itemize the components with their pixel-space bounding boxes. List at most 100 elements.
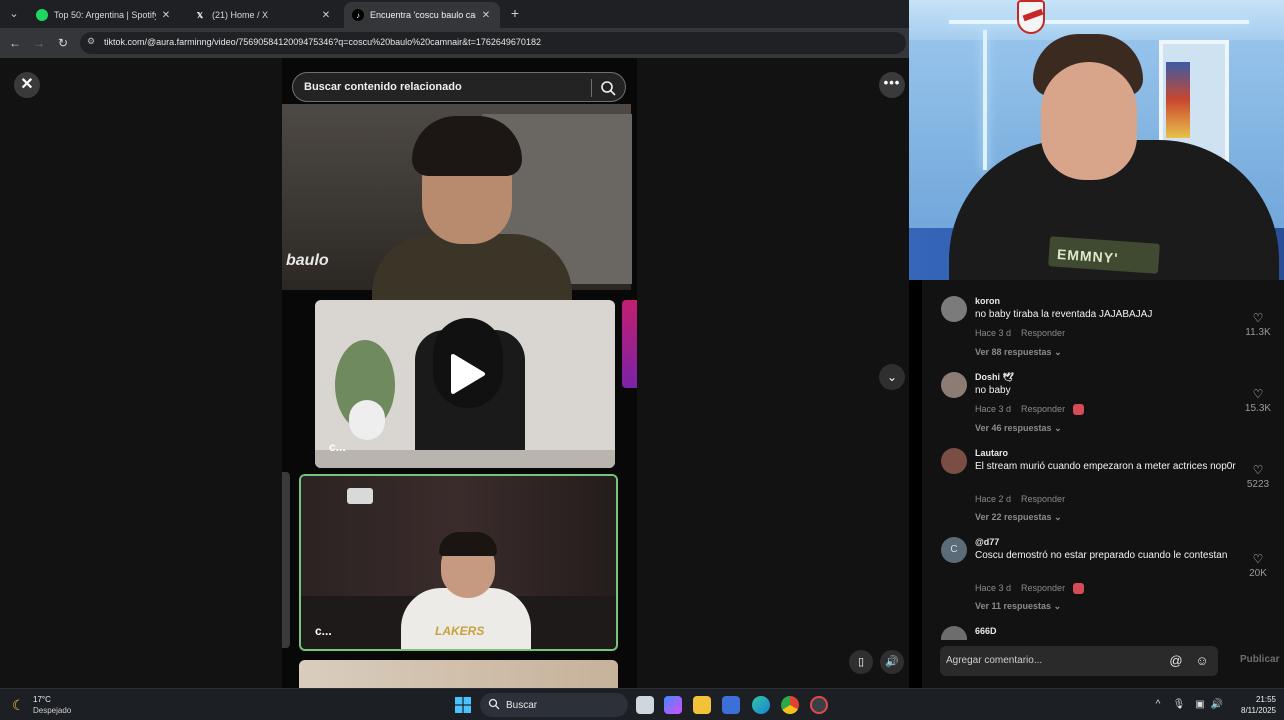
spotify-icon [36,9,48,21]
like-button[interactable]: ♡ 11.3K [1240,312,1276,338]
avatar[interactable]: C [941,537,967,563]
comment-placeholder: Agregar comentario... [946,655,1043,666]
close-tab-icon[interactable]: ✕ [160,10,172,21]
tab-search-chevron-icon[interactable]: ⌄ [4,4,24,24]
related-search-box[interactable]: Buscar contenido relacionado [292,72,626,102]
view-replies-button[interactable]: Ver 46 respuestas ⌄ [975,423,1062,434]
avatar[interactable] [941,296,967,322]
moon-icon[interactable]: ☾ [12,697,28,713]
more-options-icon[interactable]: ••• [879,72,905,98]
like-count: 15.3K [1244,403,1272,414]
screen: ⌄ Top 50: Argentina | Spotify Playlist ✕… [0,0,1284,720]
comment-time: Hace 3 d [975,583,1012,593]
tiktok-icon: ♪ [352,9,364,21]
like-button[interactable]: ♡ 20K [1240,553,1276,579]
tab-label: Top 50: Argentina | Spotify Playlist [54,10,156,20]
address-url[interactable]: tiktok.com/@aura.farminng/video/75690584… [104,37,541,47]
tab-x-home[interactable]: 𝕏 (21) Home / X ✕ [186,2,340,28]
comment-username[interactable]: 666D [975,626,997,636]
edge-icon[interactable] [752,696,770,714]
heart-icon: ♡ [1252,463,1264,477]
thumbnail-title: c... [329,440,346,454]
windows-start-icon[interactable] [455,697,471,713]
weather-temperature[interactable]: 17°C [33,695,51,704]
back-icon[interactable]: ← [6,34,24,52]
video-frame: baulo [282,104,632,314]
comment-username[interactable]: Lautaro [975,448,1008,458]
search-icon[interactable] [599,79,617,97]
close-tab-icon[interactable]: ✕ [320,10,332,21]
reply-button[interactable]: Responder [1021,328,1065,338]
taskbar-search-label: Buscar [506,700,538,711]
volume-icon[interactable]: 🔊 [880,650,904,674]
reply-button[interactable]: Responder [1021,583,1065,593]
avatar[interactable] [941,448,967,474]
reply-button[interactable]: Responder [1021,404,1065,414]
reload-icon[interactable]: ↻ [54,34,72,52]
comments-list: koron no baby tiraba la reventada JAJABA… [922,280,1284,688]
next-video-chevron-icon[interactable]: ⌄ [879,364,905,390]
creator-liked-icon [1073,583,1085,595]
microphone-icon[interactable]: 🎙 [1172,698,1186,712]
chevron-up-icon[interactable]: ^ [1151,698,1165,712]
file-explorer-icon[interactable] [693,696,711,714]
speaker-icon[interactable]: 🔊 [1210,698,1224,712]
comment-time: Hace 3 d [975,404,1012,414]
view-replies-button[interactable]: Ver 11 respuestas ⌄ [975,601,1061,612]
taskbar-search[interactable]: Buscar [480,693,628,717]
weather-description[interactable]: Despejado [33,706,71,715]
play-icon[interactable] [447,352,487,396]
comment-username[interactable]: koron [975,296,1000,306]
comment-text: no baby [975,385,1011,396]
related-video-thumbnail-selected[interactable]: LAKERS c... [299,474,618,651]
view-replies-button[interactable]: Ver 88 respuestas ⌄ [975,347,1062,358]
close-tab-icon[interactable]: ✕ [480,10,492,21]
like-button[interactable]: ♡ 5223 [1240,464,1276,490]
creator-liked-icon [1073,404,1085,416]
clock-date[interactable]: 8/11/2025 [1226,706,1276,715]
poster [1166,62,1190,138]
reply-button[interactable]: Responder [1021,494,1065,504]
close-icon[interactable]: ✕ [14,72,40,98]
like-count: 11.3K [1245,327,1271,338]
tab-spotify[interactable]: Top 50: Argentina | Spotify Playlist ✕ [28,2,180,28]
clock-time[interactable]: 21:55 [1236,695,1276,704]
tab-tiktok[interactable]: ♪ Encuentra 'coscu baulo camnair' ✕ [344,2,500,28]
network-icon[interactable]: ▣ [1193,698,1207,712]
streamer-name-overlay: baulo [286,252,329,269]
side-thumbnail[interactable] [282,472,290,648]
side-thumbnail[interactable] [622,300,637,388]
store-icon[interactable] [722,696,740,714]
post-button[interactable]: Publicar [1240,654,1279,665]
app-icon[interactable] [810,696,828,714]
view-replies-button[interactable]: Ver 22 respuestas ⌄ [975,512,1062,523]
tab-strip: ⌄ Top 50: Argentina | Spotify Playlist ✕… [0,0,909,28]
avatar[interactable] [941,372,967,398]
search-icon [488,698,500,710]
video-player[interactable]: baulo Buscar contenido relacionado c... [282,58,637,688]
comment-time: Hace 2 d [975,494,1012,504]
like-button[interactable]: ♡ 15.3K [1240,388,1276,414]
floating-player-icon[interactable]: ▯ [849,650,873,674]
x-icon: 𝕏 [196,10,204,20]
chrome-icon[interactable] [781,696,799,714]
comment-text: no baby tiraba la reventada JAJABAJAJ [975,309,1153,320]
site-settings-icon[interactable]: ⚙ [87,36,99,50]
comment-input[interactable]: Agregar comentario... @ ☺ [940,646,1218,676]
mention-icon[interactable]: @ [1168,653,1184,669]
task-view-icon[interactable] [636,696,654,714]
related-video-thumbnail[interactable] [299,660,618,688]
forward-icon[interactable]: → [30,34,48,52]
river-plate-badge-icon [1017,0,1045,34]
comment-username[interactable]: Doshi 🕊 [975,372,1014,383]
related-video-thumbnail[interactable]: c... [315,300,615,468]
like-count: 5223 [1246,479,1270,490]
taskbar: ☾ 17°C Despejado Buscar ^ 🎙 ▣ 🔊 21:55 8/… [0,688,1284,720]
comment-time: Hace 3 d [975,328,1012,338]
new-tab-button[interactable]: + [506,4,524,24]
address-bar[interactable]: ⚙ tiktok.com/@aura.farminng/video/756905… [80,32,906,54]
copilot-icon[interactable] [664,696,682,714]
emoji-icon[interactable]: ☺ [1194,653,1210,669]
browser-toolbar: ← → ↻ ⚙ tiktok.com/@aura.farminng/video/… [0,28,909,58]
comment-username[interactable]: @d77 [975,537,999,547]
